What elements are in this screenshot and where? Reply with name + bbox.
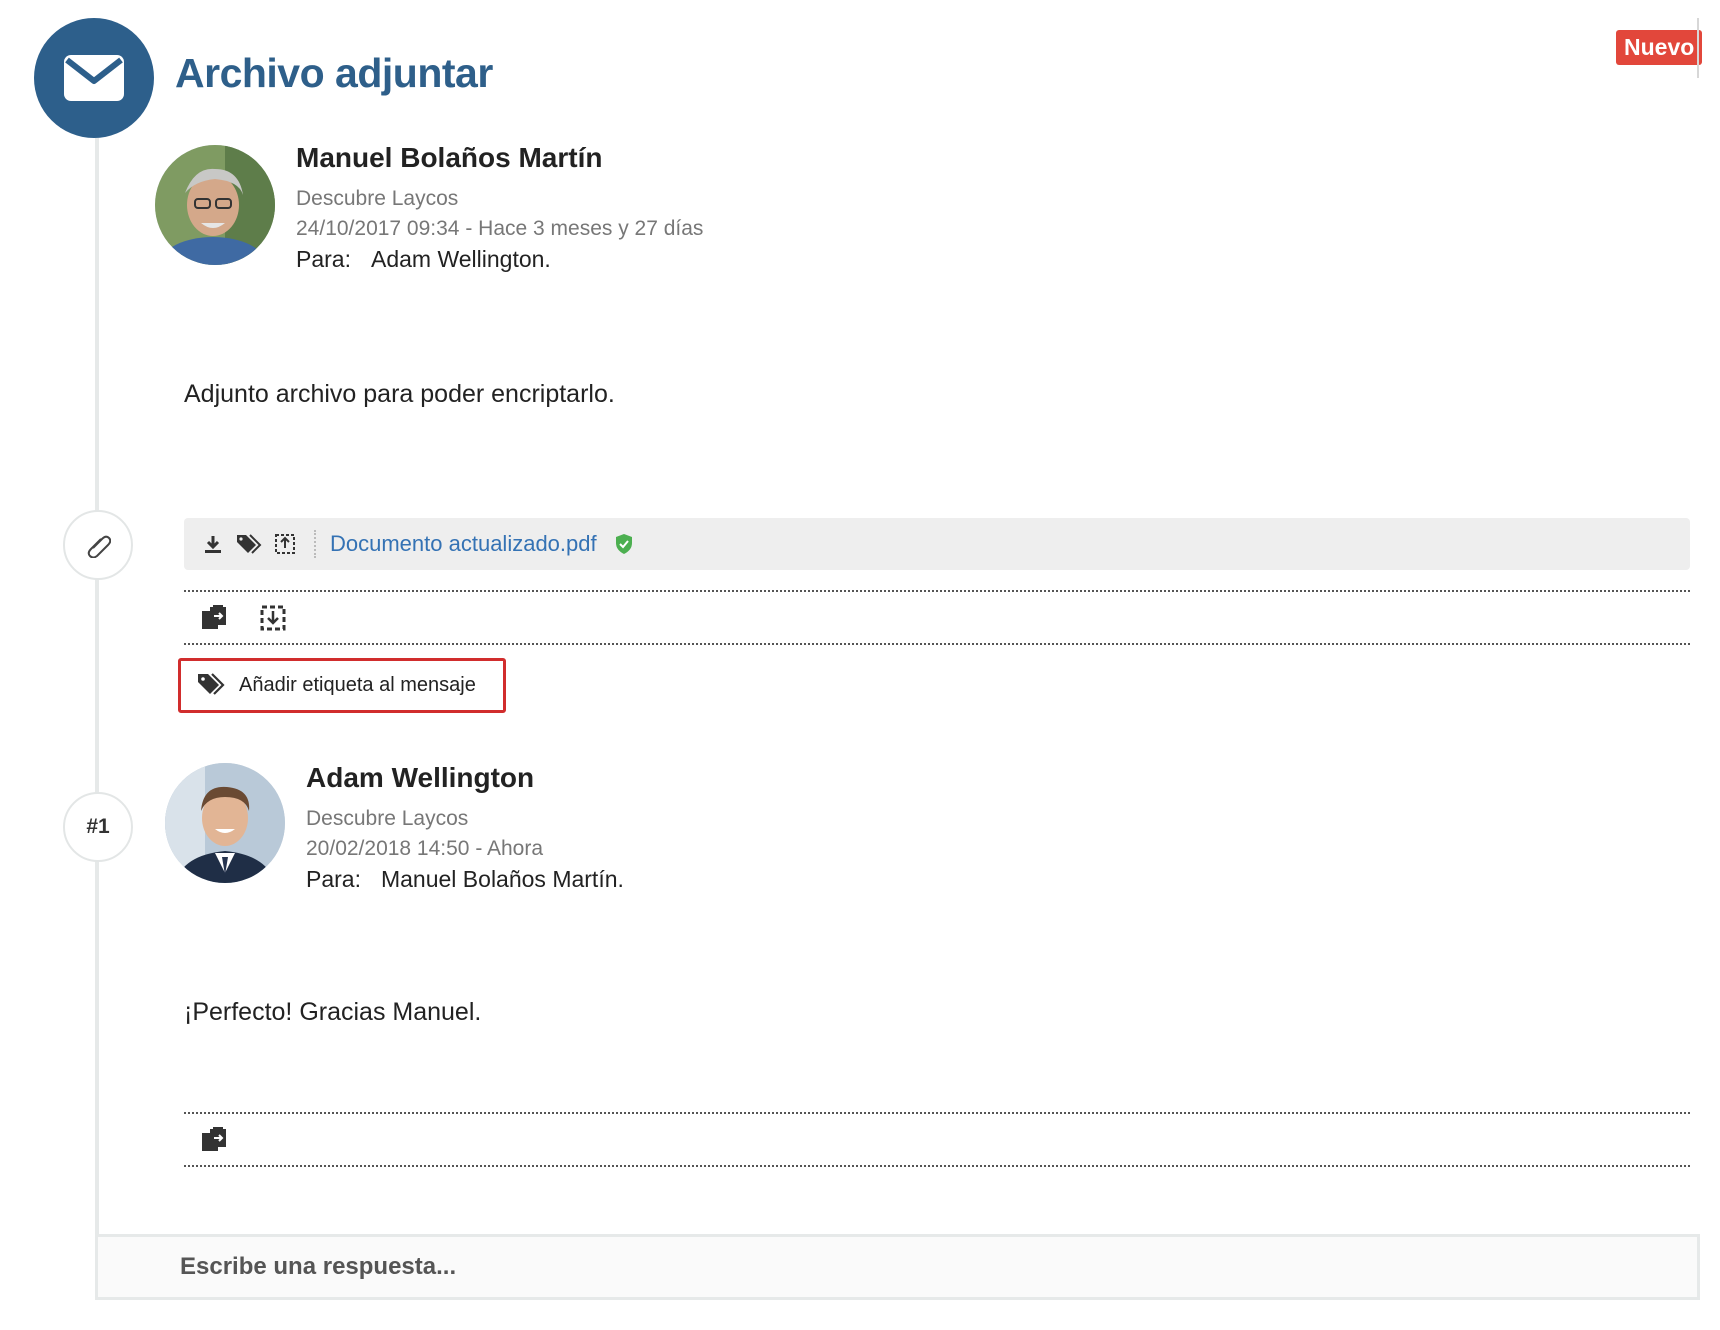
to-label: Para: <box>296 246 351 272</box>
page-title: Archivo adjuntar <box>175 50 493 96</box>
avatar-adam <box>165 763 285 883</box>
tags-icon[interactable] <box>236 531 262 557</box>
timeline-line <box>95 110 99 1300</box>
add-tag-button[interactable]: Añadir etiqueta al mensaje <box>178 658 506 713</box>
attachment-bar: Documento actualizado.pdf <box>184 518 1690 570</box>
reply-box <box>95 1234 1700 1300</box>
clipboard-icon[interactable] <box>199 1126 229 1154</box>
paperclip-icon <box>63 510 133 580</box>
message-company: Descubre Laycos <box>296 187 459 210</box>
message-author: Adam Wellington <box>306 762 535 793</box>
message-recipient: Para: Adam Wellington. <box>296 246 551 273</box>
tags-icon <box>197 671 225 700</box>
shield-check-icon <box>611 531 637 557</box>
envelope-icon <box>34 18 154 138</box>
add-tag-label: Añadir etiqueta al mensaje <box>239 674 476 696</box>
download-box-icon[interactable] <box>258 604 288 632</box>
message-author: Manuel Bolaños Martín <box>296 142 603 173</box>
attachment-link[interactable]: Documento actualizado.pdf <box>330 531 597 557</box>
to-name[interactable]: Adam Wellington. <box>371 246 551 272</box>
new-badge: Nuevo <box>1616 30 1703 65</box>
download-icon[interactable] <box>200 531 226 557</box>
clipboard-icon[interactable] <box>199 604 229 632</box>
message-recipient: Para: Manuel Bolaños Martín. <box>306 866 624 893</box>
message-company: Descubre Laycos <box>306 807 469 830</box>
divider <box>1697 18 1699 78</box>
message-date: 20/02/2018 14:50 - Ahora <box>306 837 544 860</box>
divider <box>184 590 1690 592</box>
divider <box>184 1165 1690 1167</box>
divider <box>184 643 1690 645</box>
reply-input[interactable] <box>180 1253 1580 1281</box>
divider <box>184 1112 1690 1114</box>
to-name[interactable]: Manuel Bolaños Martín. <box>381 866 624 892</box>
message-body: Adjunto archivo para poder encriptarlo. <box>184 380 615 408</box>
to-label: Para: <box>306 866 361 892</box>
upload-box-icon[interactable] <box>272 531 298 557</box>
avatar-manuel <box>155 145 275 265</box>
message-number-marker: #1 <box>63 792 133 862</box>
message-date: 24/10/2017 09:34 - Hace 3 meses y 27 día… <box>296 217 704 240</box>
message-body: ¡Perfecto! Gracias Manuel. <box>184 998 482 1026</box>
separator <box>314 530 316 558</box>
